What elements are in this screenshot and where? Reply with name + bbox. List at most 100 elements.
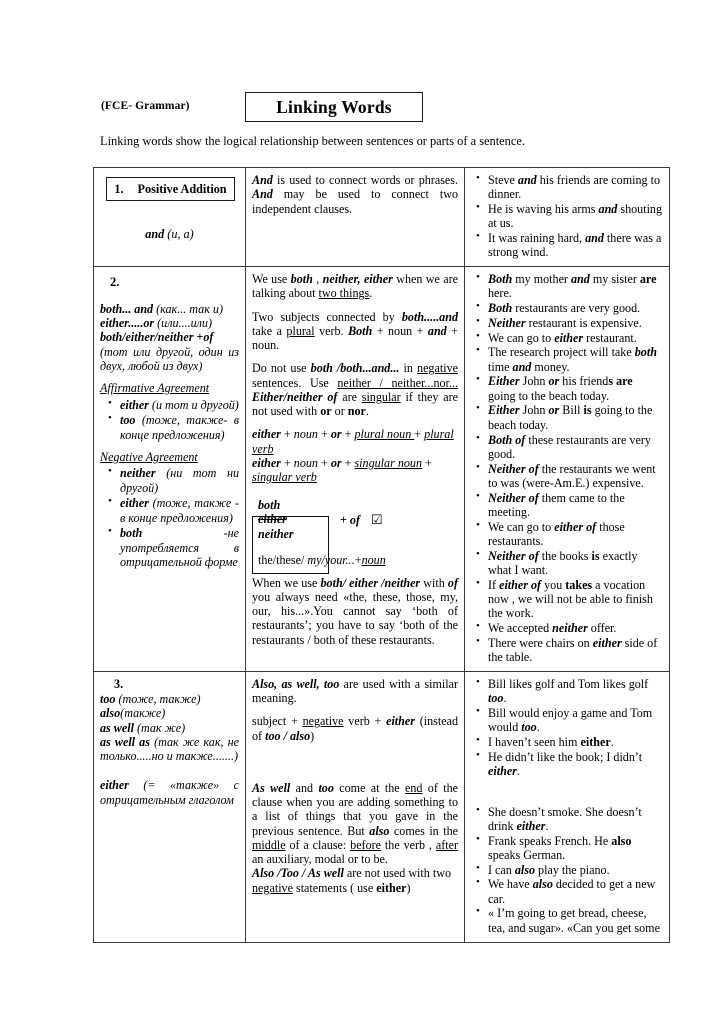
text-segment: nor [347, 404, 366, 419]
text-segment: either of [554, 519, 597, 534]
table-row: 2. both... and (как... так и) either.....… [93, 266, 670, 672]
text-segment: (тоже, также) [118, 692, 201, 707]
list-item: both -не употребляется в отрицательной ф… [108, 525, 239, 570]
row2-examples-cell: Both my mother and my sister are here.Bo… [464, 266, 670, 672]
text-segment: neither, either [322, 272, 393, 287]
list-item: We can go to either of those restaurants… [476, 519, 663, 549]
text-segment: Also /Too / As well [252, 866, 344, 881]
text-segment: play the piano. [535, 862, 610, 877]
list-item: She doesn’t smoke. She doesn’t drink eit… [476, 804, 663, 834]
text-segment: also [100, 706, 121, 721]
text-segment: Both [488, 301, 513, 316]
text-segment: + [341, 456, 355, 471]
row2-rule-p2: Two subjects connected by both.....and t… [252, 310, 458, 353]
definition-line: too (тоже, также) [100, 692, 239, 706]
text-segment: and [598, 202, 618, 217]
list-item: Bill likes golf and Tom likes golf too. [476, 676, 663, 706]
list-item: Neither of the books is exactly what I w… [476, 548, 663, 578]
diagram-word-either: either [258, 512, 287, 527]
text-segment: sentences. Use [252, 375, 338, 390]
row2-rule-cell: We use both , neither, either when we ar… [245, 266, 465, 672]
text-segment: restaurant is expensive. [525, 315, 642, 330]
row1-rule-cell: And is used to connect words or phrases.… [245, 166, 465, 268]
text-segment: in [399, 361, 418, 376]
row2-rule-p3: Do not use both /both...and... in negati… [252, 361, 458, 418]
list-item: Both my mother and my sister are here. [476, 271, 663, 301]
text-segment: also [369, 823, 390, 838]
text-segment: of a clause: [285, 837, 351, 852]
definition-line: both/either/neither +of [100, 330, 239, 344]
text-segment: She doesn’t smoke. She doesn’t drink [488, 804, 642, 833]
text-segment: He didn’t like the book; I didn’t [488, 749, 643, 764]
text-segment: and [427, 323, 447, 338]
document-title-box: Linking Words [245, 92, 423, 122]
text-segment: plural [286, 323, 315, 338]
list-item: Frank speaks French. He also speaks Germ… [476, 833, 663, 863]
text-segment: + [317, 427, 331, 442]
text-segment: + [422, 456, 432, 471]
text-segment: come at the [333, 780, 405, 795]
list-item: Either John or Bill is going to the beac… [476, 403, 663, 432]
text-segment: and [290, 780, 319, 795]
text-segment: or [320, 404, 332, 419]
both-either-neither-diagram: both either neither + of ☑ the/these/ my/… [252, 498, 458, 574]
row3-rule-p2: As well and too come at the end of the c… [252, 781, 458, 867]
list-item: neither (ни тот ни другой) [108, 465, 239, 495]
row2-number: 2. [110, 275, 120, 290]
text-segment: Both [348, 323, 373, 338]
text-segment: noun [293, 456, 318, 471]
text-segment: too / also [265, 728, 311, 743]
row3-rule-p3: Also /Too / As well are not used with tw… [252, 866, 458, 895]
text-segment: There were chairs on [488, 635, 593, 650]
text-segment: (как... так и) [156, 301, 223, 316]
text-segment: When we use [252, 575, 321, 590]
list-item: It was raining hard, and there was a str… [476, 230, 663, 260]
text-segment: Two subjects connected by [252, 309, 402, 324]
row2-example-list: Both my mother and my sister are here.Bo… [471, 271, 663, 664]
text-segment: are [337, 389, 362, 404]
definition-line: as well (так же) [100, 721, 239, 735]
text-segment: and [517, 173, 537, 187]
negative-list: neither (ни тот ни другой)either (тоже, … [100, 465, 239, 570]
text-segment: or [330, 427, 342, 442]
intro-text: Linking words show the logical relations… [100, 134, 525, 148]
row1-examples-cell: Steve and his friends are coming to dinn… [464, 166, 670, 268]
text-segment: too [100, 692, 119, 707]
diagram-operator: + of ☑ [340, 511, 383, 527]
text-segment: either [580, 734, 611, 749]
row3-pattern: subject + negative verb + either (instea… [252, 714, 458, 743]
text-segment: (тот или другой, один из двух, любой из … [100, 344, 239, 374]
list-item: Both of these restaurants are very good. [476, 432, 663, 462]
text-segment: is [583, 403, 592, 418]
text-segment: takes [565, 577, 593, 592]
row2-category-cell: 2. both... and (как... так и) either.....… [93, 266, 246, 672]
text-segment: (или....или) [157, 316, 213, 331]
text-segment: either.....or [100, 316, 158, 331]
text-segment: going to the beach today. [488, 388, 610, 403]
row3-rule-cell: Also, as well, too are used with a simil… [245, 670, 465, 943]
row3-either-note: either (= «также» с отрицательным глагол… [100, 778, 239, 807]
text-segment: speaks German. [488, 847, 566, 862]
text-segment: Bill would enjoy a game and Tom would [488, 705, 653, 735]
row1-heading: Positive Addition [137, 182, 227, 196]
affirmative-heading: Affirmative Agreement [100, 381, 210, 396]
text-segment: are [639, 272, 657, 287]
text-segment: Also, as well, too [252, 676, 340, 691]
text-segment: Either/neither of [252, 389, 338, 404]
text-segment: either [554, 330, 584, 345]
text-segment: or [548, 374, 560, 389]
text-segment: is [591, 548, 600, 563]
text-segment: (и тот и другой) [151, 397, 239, 412]
row1-number: 1. [114, 182, 124, 196]
text-segment: are not used with two [343, 866, 451, 881]
text-segment: noun [293, 427, 318, 442]
list-item: Either John or his friends are going to … [476, 373, 663, 403]
text-segment: Both of [488, 432, 526, 447]
text-segment: John [519, 403, 549, 418]
text-segment: + noun + [372, 323, 428, 338]
text-segment: We can go to [488, 330, 555, 345]
list-item: too (тоже, также- в конце предложения) [108, 412, 239, 442]
text-segment: end [404, 780, 423, 795]
document-page: (FCE- Grammar) Linking Words Linking wor… [0, 0, 725, 1024]
text-segment: either [516, 818, 546, 833]
